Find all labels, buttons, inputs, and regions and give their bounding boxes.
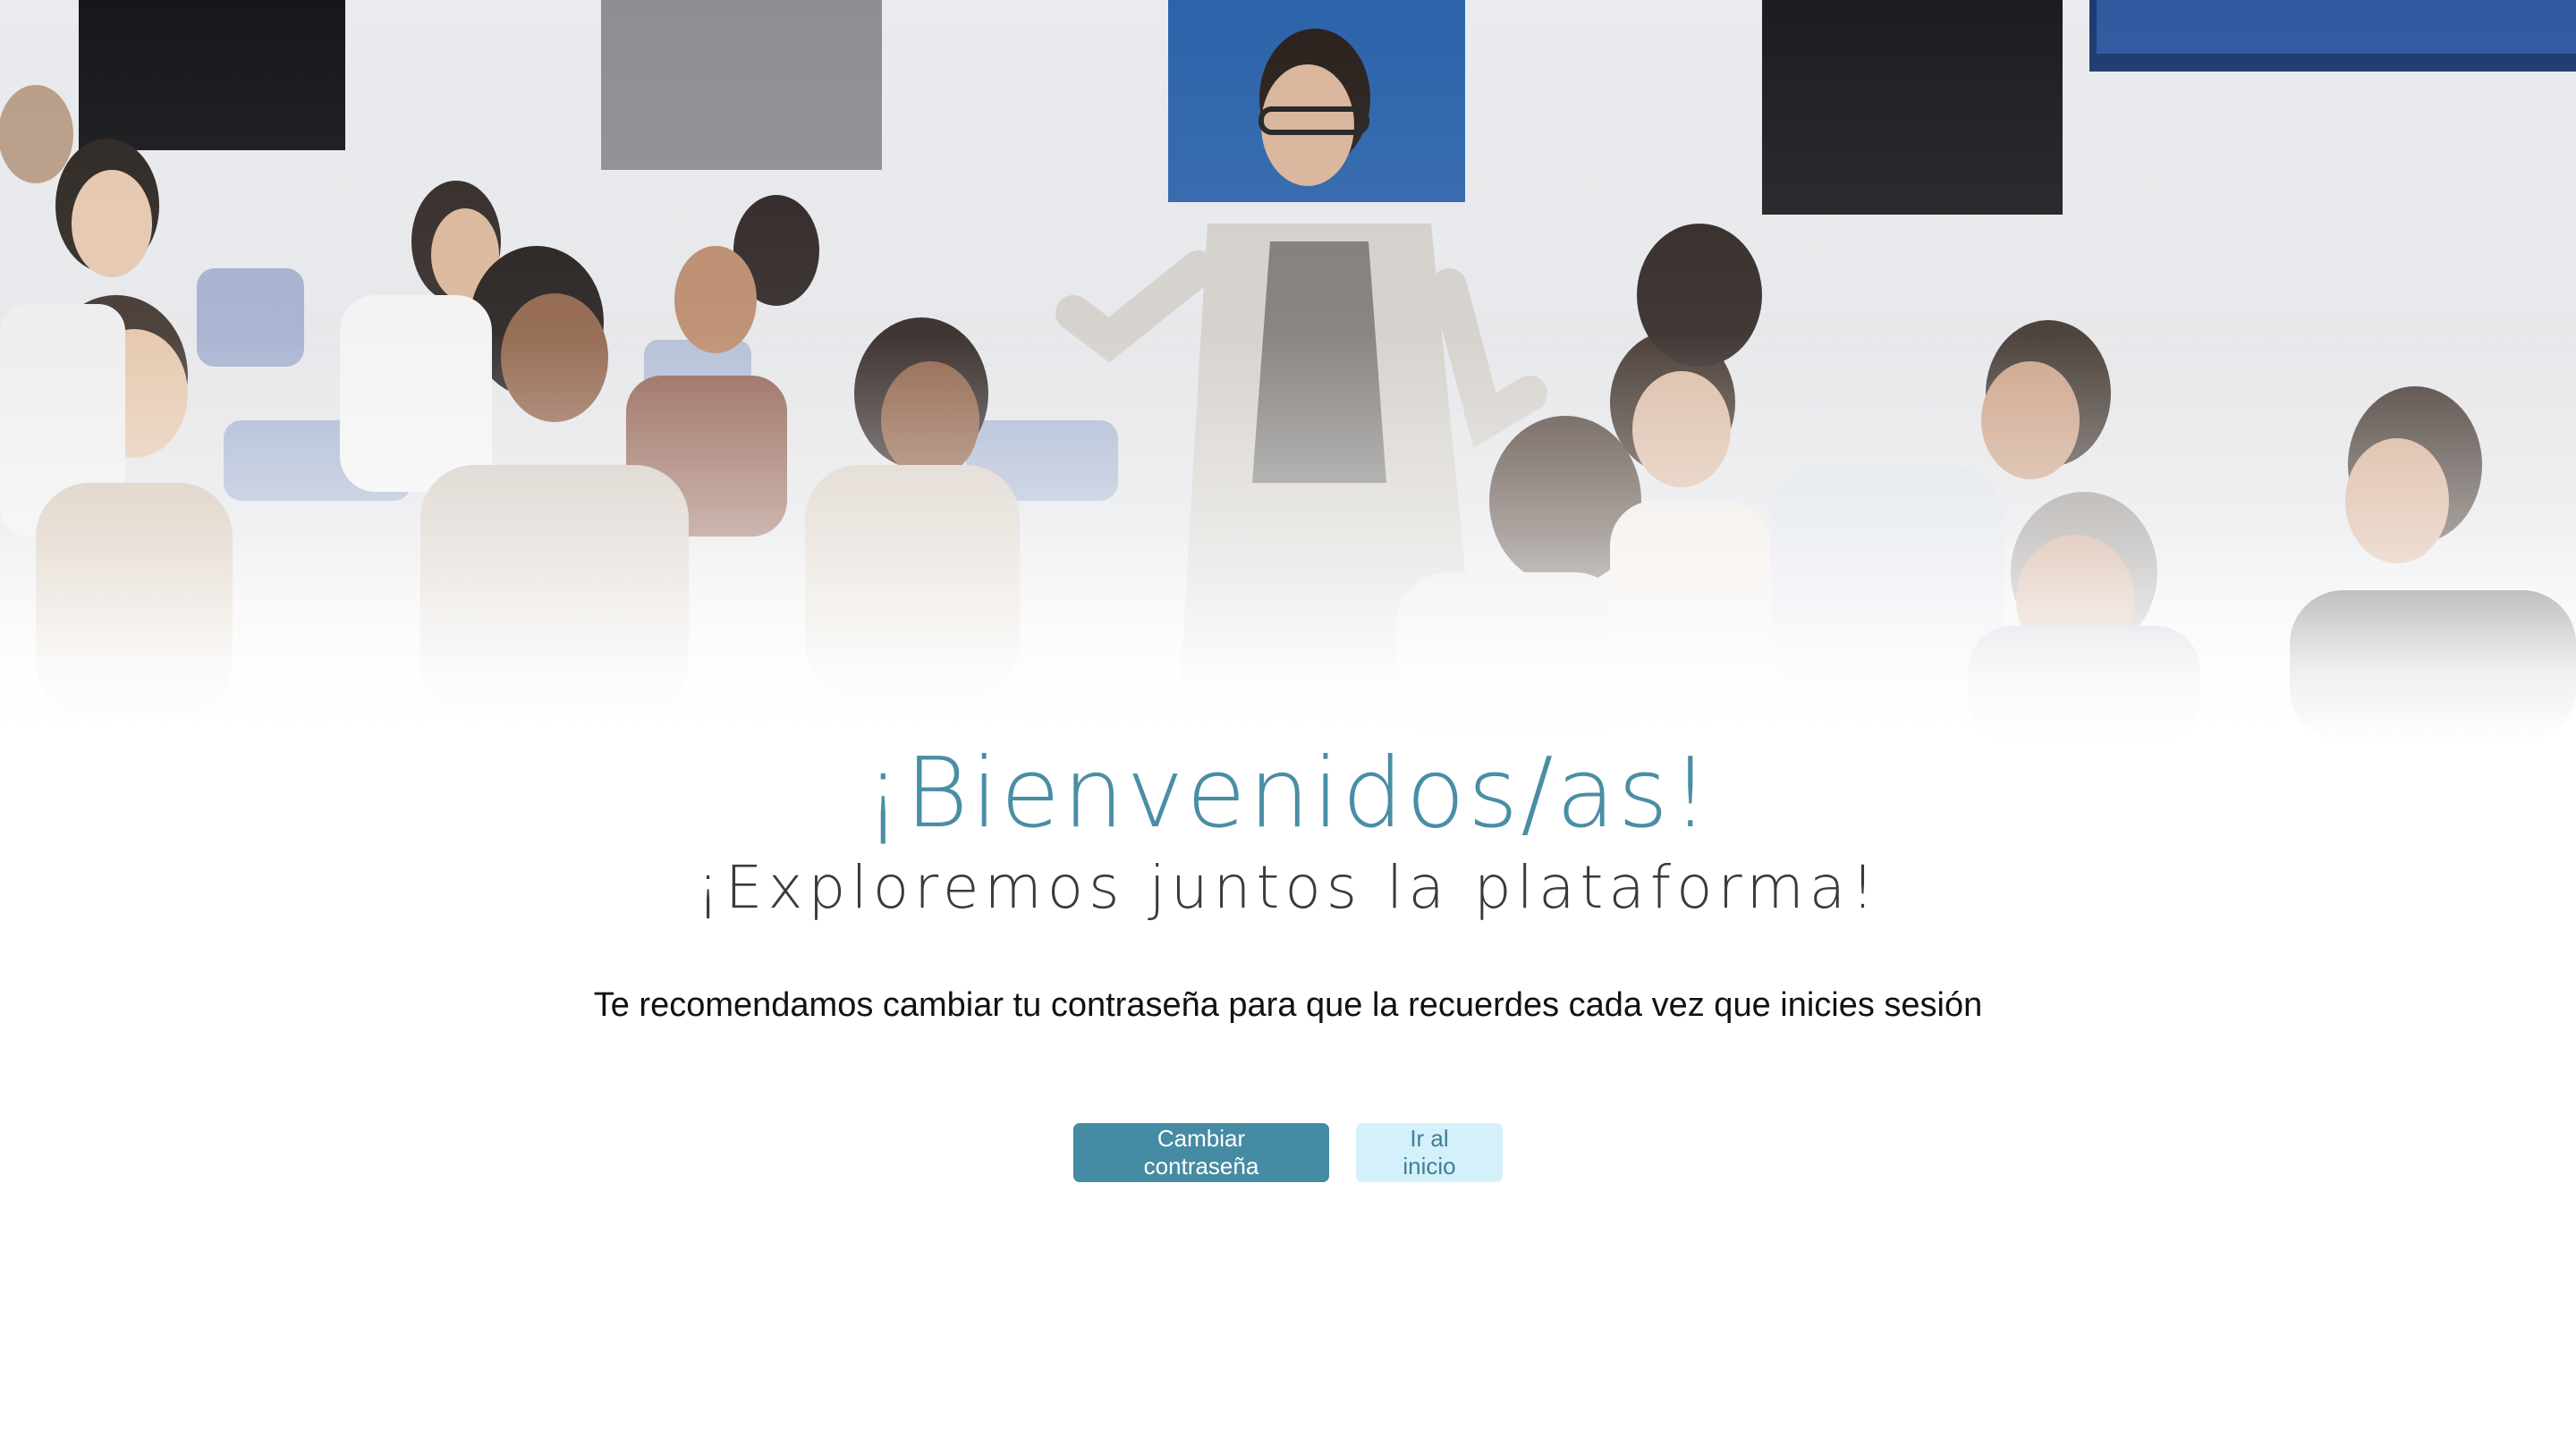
password-recommendation-text: Te recomendamos cambiar tu contraseña pa… [593,986,1983,1024]
go-home-button[interactable]: Ir al inicio [1356,1123,1503,1182]
classroom-photo [0,0,2576,742]
welcome-page: ¡Bienvenidos/as! ¡Exploremos juntos la p… [0,0,2576,1454]
hero-photo [0,0,2576,742]
welcome-title: ¡Bienvenidos/as! [863,738,1713,850]
welcome-subtitle: ¡Exploremos juntos la plataforma! [696,853,1880,922]
change-password-button[interactable]: Cambiar contraseña [1073,1123,1329,1182]
action-buttons: Cambiar contraseña Ir al inicio [0,1123,2576,1182]
